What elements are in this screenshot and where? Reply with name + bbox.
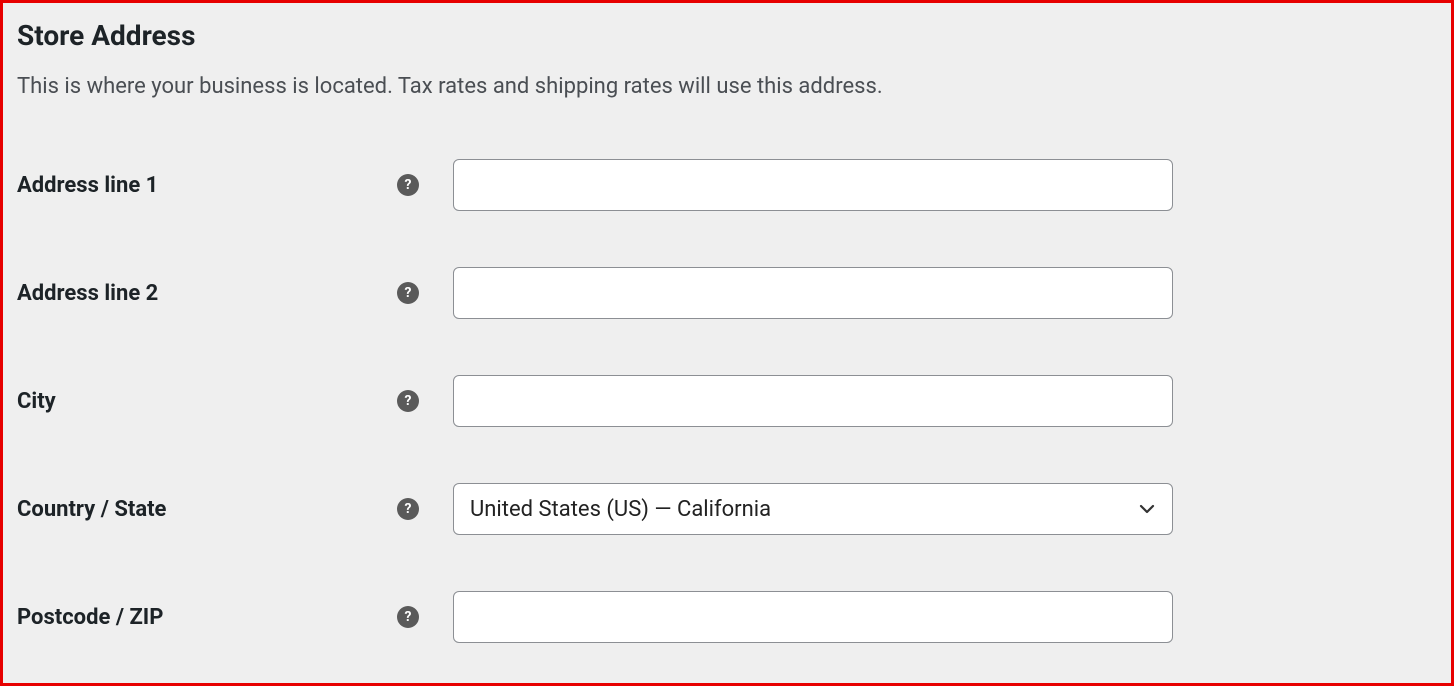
address-line-1-label: Address line 1	[17, 173, 397, 198]
help-icon[interactable]: ?	[397, 390, 419, 412]
country-state-select[interactable]: United States (US) — California	[453, 483, 1173, 535]
postcode-input[interactable]	[453, 591, 1173, 643]
country-state-selected-value: United States (US) — California	[470, 497, 771, 522]
postcode-label: Postcode / ZIP	[17, 605, 397, 630]
field-row-address-line-1: Address line 1 ?	[17, 159, 1437, 211]
address-line-2-label: Address line 2	[17, 281, 397, 306]
help-icon[interactable]: ?	[397, 174, 419, 196]
help-icon[interactable]: ?	[397, 606, 419, 628]
help-icon[interactable]: ?	[397, 498, 419, 520]
field-row-address-line-2: Address line 2 ?	[17, 267, 1437, 319]
page-title: Store Address	[17, 19, 1437, 52]
address-line-2-input[interactable]	[453, 267, 1173, 319]
field-row-postcode: Postcode / ZIP ?	[17, 591, 1437, 643]
field-row-country-state: Country / State ? United States (US) — C…	[17, 483, 1437, 535]
help-icon[interactable]: ?	[397, 282, 419, 304]
country-state-label: Country / State	[17, 497, 397, 522]
field-row-city: City ?	[17, 375, 1437, 427]
page-description: This is where your business is located. …	[17, 74, 1437, 99]
city-input[interactable]	[453, 375, 1173, 427]
address-line-1-input[interactable]	[453, 159, 1173, 211]
city-label: City	[17, 389, 397, 414]
